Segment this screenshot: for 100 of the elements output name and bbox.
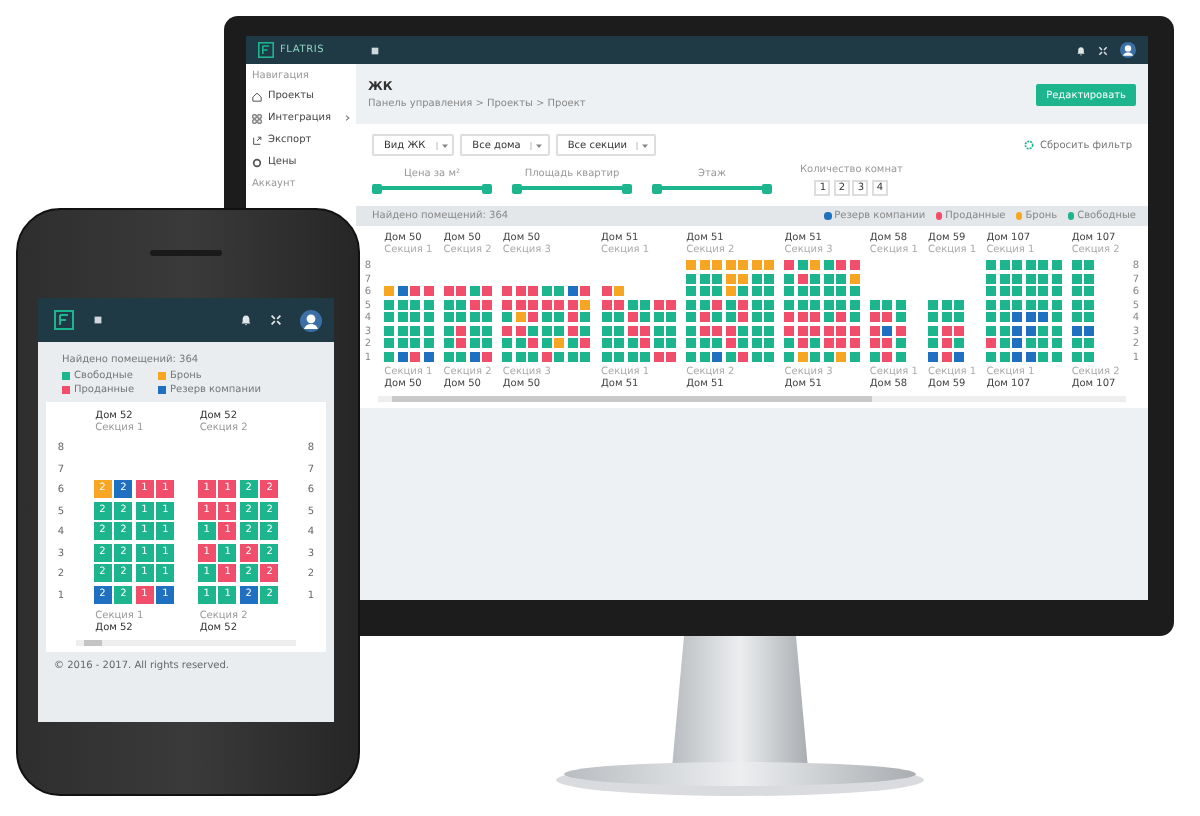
apartment-cell[interactable] [928,351,939,362]
apartment-cell[interactable] [469,351,480,362]
apartment-cell[interactable] [764,273,775,284]
apartment-cell[interactable] [836,312,847,323]
apartment-cell[interactable] [515,351,526,362]
apartment-cell[interactable] [725,299,736,310]
apartment-cell[interactable] [580,286,591,297]
apartment-cell[interactable] [653,325,663,336]
expand-icon[interactable] [270,314,282,326]
apartment-cell[interactable] [541,338,552,349]
apartment-cell[interactable] [941,299,952,310]
apartment-cell[interactable] [699,351,710,362]
apartment-cell[interactable] [410,299,421,310]
apartment-cell[interactable] [1051,312,1062,323]
apartment-cell[interactable] [882,351,893,362]
apartment-cell[interactable] [738,286,749,297]
apartment-cell[interactable] [614,312,624,323]
apartment-cell[interactable] [797,299,808,310]
apartment-cell[interactable] [764,312,775,323]
apartment-cell[interactable] [482,299,493,310]
apartment-cell[interactable] [1012,325,1023,336]
apartment-cell[interactable] [410,286,421,297]
apartment-cell[interactable] [443,299,454,310]
apartment-cell[interactable] [482,286,493,297]
apartment-cell[interactable] [784,299,795,310]
apartment-cell[interactable] [640,325,650,336]
apartment-cell[interactable] [764,325,775,336]
apartment-cell[interactable] [1038,351,1049,362]
apartment-cell[interactable] [1012,351,1023,362]
apartment-cell[interactable] [640,312,650,323]
apartment-cell[interactable] [784,260,795,271]
apartment-cell[interactable] [784,273,795,284]
apartment-cell[interactable] [725,325,736,336]
apartment-cell[interactable] [986,325,997,336]
apartment-cell[interactable] [751,312,762,323]
apartment-cell[interactable] [397,325,408,336]
menu-icon[interactable] [370,45,380,55]
apartment-cell[interactable] [515,299,526,310]
apartment-cell[interactable] [653,299,663,310]
apartment-cell[interactable] [751,260,762,271]
apartment-cell[interactable] [541,351,552,362]
apartment-cell[interactable] [482,351,493,362]
apartment-cell[interactable] [482,338,493,349]
apartment-cell[interactable] [895,351,906,362]
apartment-cell[interactable] [1084,312,1095,323]
apartment-cell[interactable] [810,286,821,297]
apartment-cell[interactable] [554,351,565,362]
apartment-cell[interactable] [614,325,624,336]
apartment-cell[interactable] [614,351,624,362]
apartment-cell[interactable] [541,286,552,297]
apartment-cell[interactable] [1025,273,1036,284]
apartment-cell[interactable] [443,325,454,336]
apartment-cell[interactable] [712,325,723,336]
apartment-cell[interactable] [686,312,697,323]
apartment-cell[interactable] [738,351,749,362]
apartment-cell[interactable] [397,312,408,323]
apartment-cell[interactable] [699,299,710,310]
apartment-cell[interactable] [640,299,650,310]
apartment-cell[interactable] [567,312,578,323]
apartment-cell[interactable] [712,351,723,362]
apartment-cell[interactable] [423,299,434,310]
apartment-cell[interactable] [686,273,697,284]
apartment-cell[interactable] [627,299,637,310]
apartment-cell[interactable] [1084,338,1095,349]
apartment-cell[interactable] [614,286,624,297]
apartment-cell[interactable] [751,325,762,336]
apartment-cell[interactable] [1012,260,1023,271]
apartment-cell[interactable] [1071,351,1082,362]
apartment-cell[interactable] [443,312,454,323]
apartment-cell[interactable] [443,286,454,297]
apartment-cell[interactable] [640,338,650,349]
apartment-cell[interactable] [797,312,808,323]
apartment-cell[interactable] [456,338,467,349]
apartment-cell[interactable] [443,338,454,349]
apartment-cell[interactable] [836,260,847,271]
apartment-cell[interactable] [1051,325,1062,336]
apartment-cell[interactable] [397,299,408,310]
apartment-cell[interactable] [869,351,880,362]
apartment-cell[interactable] [1038,286,1049,297]
apartment-cell[interactable] [627,351,637,362]
apartment-cell[interactable] [928,325,939,336]
apartment-cell[interactable] [738,312,749,323]
apartment-cell[interactable] [1071,286,1082,297]
apartment-cell[interactable] [784,325,795,336]
apartment-cell[interactable] [797,338,808,349]
apartment-cell[interactable] [797,273,808,284]
apartment-cell[interactable] [528,338,539,349]
apartment-cell[interactable] [1025,260,1036,271]
apartment-cell[interactable] [699,325,710,336]
apartment-cell[interactable] [928,299,939,310]
apartment-cell[interactable] [653,338,663,349]
apartment-cell[interactable] [384,338,395,349]
apartment-cell[interactable] [1038,273,1049,284]
apartment-cell[interactable] [410,338,421,349]
apartment-cell[interactable] [554,338,565,349]
apartment-cell[interactable] [469,286,480,297]
apartment-cell[interactable] [751,338,762,349]
apartment-cell[interactable] [712,260,723,271]
apartment-cell[interactable] [764,260,775,271]
apartment-cell[interactable] [1084,351,1095,362]
